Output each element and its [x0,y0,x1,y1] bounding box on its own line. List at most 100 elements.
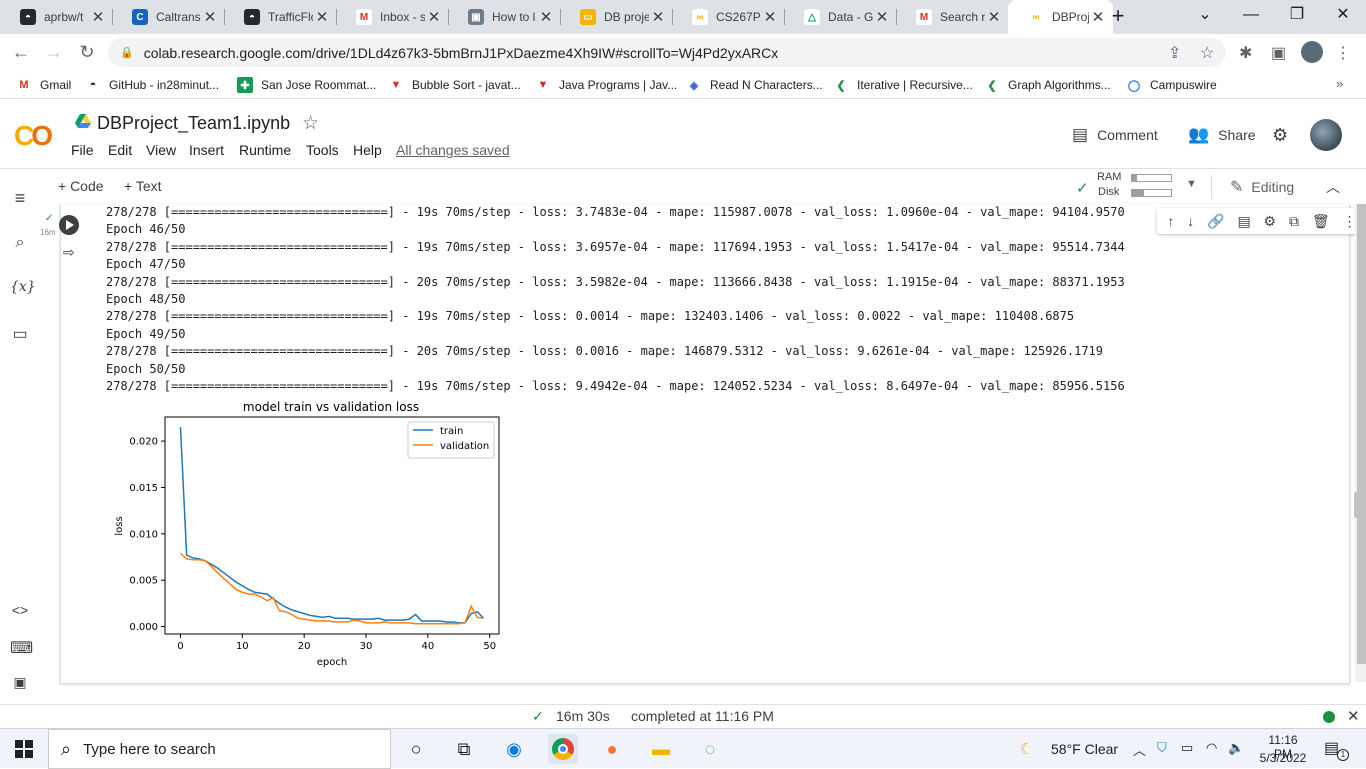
browser-tab[interactable]: ∞ CS267Pr ✕ [672,0,785,34]
settings-gear-icon[interactable]: ⚙ [1272,125,1288,146]
bookmark-item[interactable]: ✚ San Jose Roommat... [237,76,376,94]
user-avatar[interactable] [1310,119,1342,151]
browser-tab[interactable]: C Caltrans ✕ [112,0,225,34]
forward-button[interactable]: → [43,42,65,64]
restore-button[interactable]: ❐ [1274,0,1320,34]
browser-menu-icon[interactable]: ⋮ [1335,43,1351,63]
task-view-icon[interactable]: ⧉ [449,734,479,764]
browser-tab[interactable]: ▭ DB proje ✕ [560,0,673,34]
close-tab-icon[interactable]: ✕ [537,8,555,26]
table-of-contents-icon[interactable]: ≡ [10,188,30,208]
windows-start-icon[interactable] [15,740,33,758]
browser-tab[interactable]: M Search r ✕ [896,0,1009,34]
editing-mode-button[interactable]: ✎ Editing [1230,177,1294,197]
files-folder-icon[interactable]: ▭ [10,324,30,344]
add-text-button[interactable]: + Text [124,178,162,194]
comment-button[interactable]: ▤ Comment [1072,125,1158,145]
bookmark-item[interactable]: ▼ Java Programs | Jav... [535,76,678,94]
browser-tab[interactable]: M Inbox - s ✕ [336,0,449,34]
app-ring-icon[interactable]: ◌ [695,734,725,764]
menu-help[interactable]: Help [353,142,382,158]
tray-expand-icon[interactable]: ︿ [1133,740,1146,759]
browser-tab[interactable]: ▣ How to l ✕ [448,0,561,34]
menu-runtime[interactable]: Runtime [239,142,291,158]
bookmark-item[interactable]: ◓ GitHub - in28minut... [85,76,219,94]
command-palette-icon[interactable]: ⌨ [10,638,33,658]
collapse-header-icon[interactable]: ︿ [1326,177,1340,197]
close-tab-icon[interactable]: ✕ [985,8,1003,26]
resource-monitor[interactable]: ✓ RAM Disk ▼ [1076,171,1206,201]
add-code-button[interactable]: + Code [58,178,104,194]
bookmark-item[interactable]: ◈ Read N Characters... [686,76,823,94]
bookmark-star-icon[interactable]: ☆ [1200,43,1214,63]
share-button[interactable]: 👥 Share [1188,125,1256,145]
share-page-icon[interactable]: ⇪ [1168,43,1181,63]
google-drive-icon[interactable] [75,114,91,128]
notebook-title[interactable]: DBProject_Team1.ipynb [97,113,290,134]
move-down-icon[interactable]: ↓ [1187,213,1194,229]
battery-icon[interactable]: ▭ [1181,740,1193,756]
chrome-icon[interactable] [548,734,578,764]
chevron-down-icon[interactable]: ▼ [1186,178,1197,190]
clock-date[interactable]: 5/3/2022 [1258,751,1308,765]
extensions-icon[interactable]: ✱ [1239,43,1252,63]
profile-avatar[interactable] [1301,41,1323,63]
close-tab-icon[interactable]: ✕ [89,8,107,26]
bookmark-item[interactable]: ◯ Campuswire [1126,76,1217,94]
wifi-icon[interactable]: ◠ [1206,740,1217,756]
colab-logo[interactable]: CO [14,120,53,152]
reload-button[interactable]: ↻ [76,42,98,64]
close-status-icon[interactable]: ✕ [1347,707,1360,725]
link-icon[interactable]: 🔗 [1207,213,1224,230]
close-tab-icon[interactable]: ✕ [313,8,331,26]
delete-icon[interactable]: 🗑 [1312,213,1330,230]
output-actions-icon[interactable]: ⇨ [63,244,75,261]
menu-view[interactable]: View [146,142,176,158]
minimize-button[interactable]: — [1228,0,1274,34]
menu-insert[interactable]: Insert [189,142,224,158]
menu-edit[interactable]: Edit [108,142,132,158]
edge-icon[interactable]: ◉ [499,734,529,764]
weather-text[interactable]: 58°F Clear [1051,741,1118,757]
execution-time[interactable]: 16m 30s [556,708,610,724]
bookmark-item[interactable]: ▼ Bubble Sort - javat... [388,76,521,94]
comment-cell-icon[interactable]: ▤ [1237,213,1250,230]
save-status-link[interactable]: All changes saved [396,142,510,158]
file-explorer-icon[interactable]: ▬ [646,734,676,764]
close-tab-icon[interactable]: ✕ [873,8,891,26]
menu-tools[interactable]: Tools [306,142,339,158]
bookmark-item[interactable]: ❮ Graph Algorithms... [984,76,1110,94]
page-scrollbar-thumb[interactable] [1354,492,1364,518]
more-bookmarks-icon[interactable]: » [1336,76,1343,91]
browser-tab[interactable]: ◓ aprbw/t ✕ [0,0,113,34]
close-tab-icon[interactable]: ✕ [425,8,443,26]
taskbar-search-box[interactable]: ⌕ Type here to search [48,729,391,769]
star-icon[interactable]: ☆ [302,112,319,135]
defender-icon[interactable]: ⛉ [1157,740,1167,756]
firefox-icon[interactable]: ● [597,734,627,764]
output-scrollbar[interactable] [1355,204,1366,682]
back-button[interactable]: ← [10,42,32,64]
mirror-cell-icon[interactable]: ⧉ [1289,213,1299,230]
code-snippets-icon[interactable]: <> [10,602,30,622]
cell-settings-icon[interactable]: ⚙ [1264,213,1277,230]
bookmark-item[interactable]: M Gmail [16,76,71,94]
volume-icon[interactable]: 🔈 [1228,740,1244,756]
menu-file[interactable]: File [71,142,94,158]
close-tab-icon[interactable]: ✕ [761,8,779,26]
browser-tab[interactable]: △ Data - G ✕ [784,0,897,34]
address-bar[interactable]: 🔒 colab.research.google.com/drive/1DLd4z… [108,38,1226,67]
browser-tab[interactable]: ◓ TrafficFlo ✕ [224,0,337,34]
tab-search-icon[interactable]: ⌄ [1182,0,1228,34]
move-up-icon[interactable]: ↑ [1167,213,1174,229]
run-cell-button[interactable] [59,215,79,235]
code-cell[interactable]: ⇨ 278/278 [=============================… [59,204,1366,684]
close-tab-icon[interactable]: ✕ [649,8,667,26]
cortana-icon[interactable]: ○ [401,734,431,764]
terminal-icon[interactable]: ▣ [10,674,30,694]
side-panel-icon[interactable]: ▣ [1271,43,1286,63]
close-window-button[interactable]: ✕ [1320,0,1366,34]
search-icon[interactable]: ⌕ [10,234,30,254]
close-tab-icon[interactable]: ✕ [201,8,219,26]
new-tab-button[interactable]: + [1105,5,1131,29]
